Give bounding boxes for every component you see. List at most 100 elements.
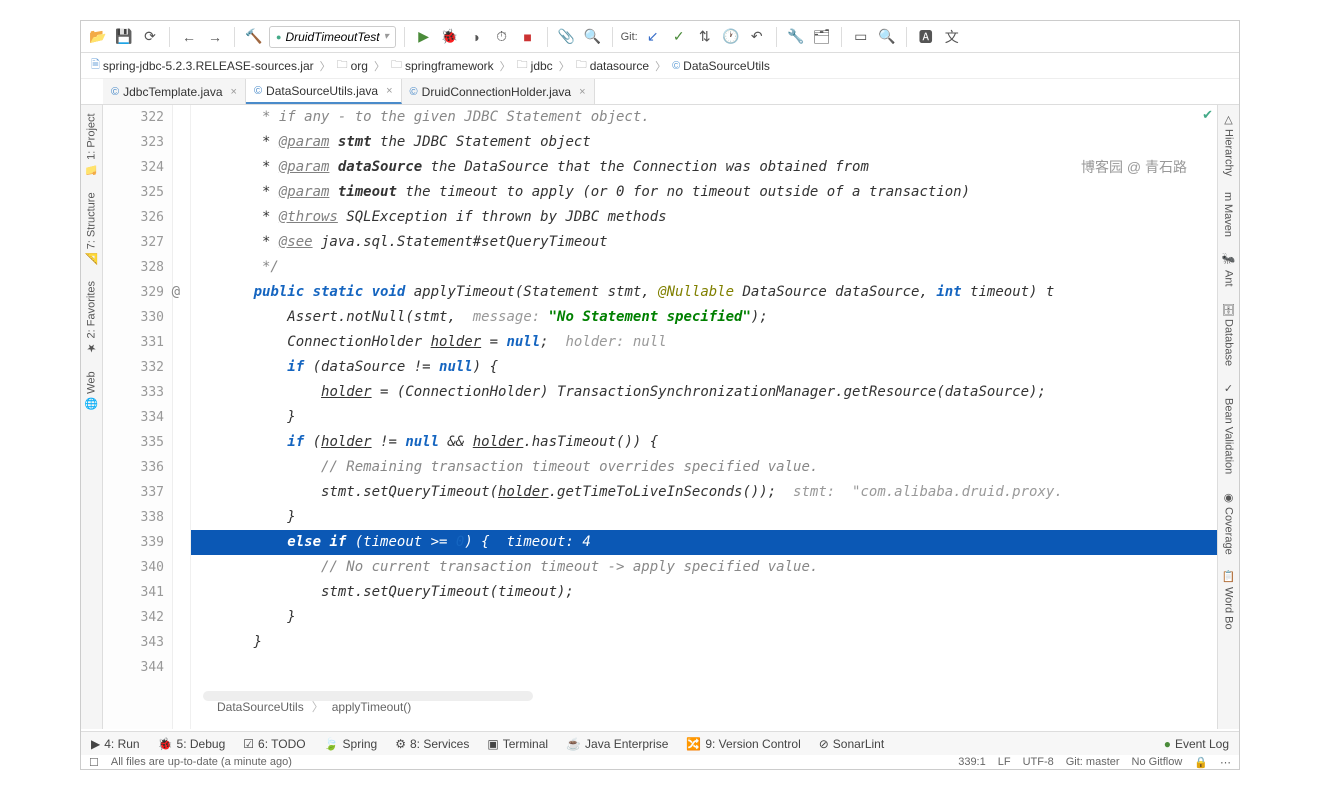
line-number[interactable]: 332: [103, 355, 164, 380]
translate-b-icon[interactable]: 文: [941, 26, 963, 48]
line-number[interactable]: 330: [103, 305, 164, 330]
code-line[interactable]: public static void applyTimeout(Statemen…: [191, 280, 1217, 305]
tool-window-tab[interactable]: m Maven: [1218, 184, 1238, 245]
forward-icon[interactable]: →: [204, 26, 226, 48]
line-number[interactable]: 324: [103, 155, 164, 180]
line-number[interactable]: 335: [103, 430, 164, 455]
tool-window-tab[interactable]: 📁 1: Project: [81, 105, 102, 184]
gitflow-status[interactable]: No Gitflow: [1132, 756, 1183, 768]
line-number[interactable]: 328: [103, 255, 164, 280]
tool-window-button[interactable]: ⊘ SonarLint: [819, 737, 884, 751]
line-number[interactable]: 323: [103, 130, 164, 155]
settings-icon[interactable]: 🔧: [785, 26, 807, 48]
run-icon[interactable]: ▶: [413, 26, 435, 48]
breadcrumb-item[interactable]: 🗎 spring-jdbc-5.2.3.RELEASE-sources.jar: [91, 56, 314, 75]
tool-window-button[interactable]: ☕ Java Enterprise: [566, 737, 668, 751]
line-number[interactable]: 329@: [103, 280, 164, 305]
line-number[interactable]: 334: [103, 405, 164, 430]
breadcrumb-item[interactable]: 🗀 datasource: [576, 56, 649, 75]
tool-window-button[interactable]: 🍃 Spring: [324, 737, 378, 751]
code-line[interactable]: [191, 655, 1217, 680]
file-encoding[interactable]: UTF-8: [1023, 756, 1054, 768]
line-number[interactable]: 338: [103, 505, 164, 530]
code-line[interactable]: * @see java.sql.Statement#setQueryTimeou…: [191, 230, 1217, 255]
code-breadcrumb[interactable]: DataSourceUtils〉applyTimeout(): [213, 698, 415, 715]
tool-window-button[interactable]: 🐞 5: Debug: [158, 737, 226, 751]
line-number[interactable]: 344: [103, 655, 164, 680]
close-tab-icon[interactable]: ×: [579, 86, 585, 98]
git-branch[interactable]: Git: master: [1066, 756, 1120, 768]
tool-window-tab[interactable]: 🗄 Database: [1218, 294, 1239, 374]
code-editor[interactable]: 博客园 @ 青石路 * if any - to the given JDBC S…: [191, 105, 1217, 729]
line-number[interactable]: 333: [103, 380, 164, 405]
more-icon[interactable]: ⋯: [1220, 756, 1231, 769]
line-number[interactable]: 325: [103, 180, 164, 205]
code-line[interactable]: }: [191, 405, 1217, 430]
profile-icon[interactable]: ⏱: [491, 26, 513, 48]
line-number[interactable]: 336: [103, 455, 164, 480]
code-line[interactable]: * if any - to the given JDBC Statement o…: [191, 105, 1217, 130]
editor-tab[interactable]: ©JdbcTemplate.java×: [103, 79, 246, 104]
code-line[interactable]: */: [191, 255, 1217, 280]
code-line[interactable]: ConnectionHolder holder = null; holder: …: [191, 330, 1217, 355]
tool-window-button[interactable]: ▶ 4: Run: [91, 737, 140, 751]
code-line[interactable]: holder = (ConnectionHolder) TransactionS…: [191, 380, 1217, 405]
line-number[interactable]: 331: [103, 330, 164, 355]
open-icon[interactable]: 📂: [87, 26, 109, 48]
breadcrumb-item[interactable]: © DataSourceUtils: [672, 59, 770, 73]
tool-window-tab[interactable]: △ Hierarchy: [1218, 105, 1239, 184]
lock-icon[interactable]: 🔒: [1194, 756, 1208, 769]
cursor-position[interactable]: 339:1: [958, 756, 986, 768]
tool-window-tab[interactable]: 🌐 Web: [81, 363, 102, 418]
hammer-icon[interactable]: 🔨: [243, 26, 265, 48]
line-number[interactable]: 326: [103, 205, 164, 230]
run-config-dropdown[interactable]: ● DruidTimeoutTest ▾: [269, 26, 396, 48]
inspect-icon[interactable]: 🔍: [582, 26, 604, 48]
code-line[interactable]: // No current transaction timeout -> app…: [191, 555, 1217, 580]
debug-icon[interactable]: 🐞: [439, 26, 461, 48]
line-number[interactable]: 341: [103, 580, 164, 605]
refresh-icon[interactable]: ⟳: [139, 26, 161, 48]
code-line[interactable]: // Remaining transaction timeout overrid…: [191, 455, 1217, 480]
git-revert-icon[interactable]: ↶: [746, 26, 768, 48]
tool-window-button[interactable]: ☑ 6: TODO: [243, 737, 305, 751]
line-number[interactable]: 327: [103, 230, 164, 255]
search-icon[interactable]: 🔍: [876, 26, 898, 48]
line-number[interactable]: 342: [103, 605, 164, 630]
code-line[interactable]: * @param dataSource the DataSource that …: [191, 155, 1217, 180]
tool-window-tab[interactable]: ✓ Bean Validation: [1218, 374, 1239, 482]
line-number[interactable]: 337: [103, 480, 164, 505]
git-commit-icon[interactable]: ✓: [668, 26, 690, 48]
close-tab-icon[interactable]: ×: [386, 85, 392, 97]
tool-window-button[interactable]: 🔀 9: Version Control: [686, 737, 800, 751]
code-line[interactable]: else if (timeout >= 0) { timeout: 4: [191, 530, 1217, 555]
git-history-icon[interactable]: 🕐: [720, 26, 742, 48]
close-tab-icon[interactable]: ×: [231, 86, 237, 98]
event-log-button[interactable]: ● Event Log: [1164, 737, 1229, 751]
code-line[interactable]: if (holder != null && holder.hasTimeout(…: [191, 430, 1217, 455]
code-line[interactable]: stmt.setQueryTimeout(timeout);: [191, 580, 1217, 605]
tool-window-tab[interactable]: ◉ Coverage: [1218, 483, 1239, 563]
line-number[interactable]: 339: [103, 530, 164, 555]
code-line[interactable]: * @param stmt the JDBC Statement object: [191, 130, 1217, 155]
line-number[interactable]: 322: [103, 105, 164, 130]
presentation-icon[interactable]: ▭: [850, 26, 872, 48]
project-structure-icon[interactable]: 🗂: [811, 26, 833, 48]
coverage-run-icon[interactable]: ◑: [465, 26, 487, 48]
code-line[interactable]: * @throws SQLException if thrown by JDBC…: [191, 205, 1217, 230]
breadcrumb-item[interactable]: 🗀 jdbc: [517, 56, 553, 75]
tool-window-tab[interactable]: 🐜 Ant: [1218, 245, 1239, 294]
editor-tab[interactable]: ©DruidConnectionHolder.java×: [402, 79, 595, 104]
git-pull-icon[interactable]: ↙: [642, 26, 664, 48]
tool-window-tab[interactable]: 📋 Word Bo: [1218, 562, 1239, 637]
line-separator[interactable]: LF: [998, 756, 1011, 768]
breadcrumb-item[interactable]: 🗀 springframework: [391, 56, 494, 75]
tool-window-button[interactable]: ⚙ 8: Services: [395, 737, 469, 751]
code-line[interactable]: if (dataSource != null) {: [191, 355, 1217, 380]
git-compare-icon[interactable]: ⇅: [694, 26, 716, 48]
stop-icon[interactable]: ■: [517, 26, 539, 48]
breadcrumb-item[interactable]: 🗀 org: [337, 56, 368, 75]
code-line[interactable]: }: [191, 505, 1217, 530]
code-line[interactable]: Assert.notNull(stmt, message: "No Statem…: [191, 305, 1217, 330]
code-line[interactable]: }: [191, 605, 1217, 630]
